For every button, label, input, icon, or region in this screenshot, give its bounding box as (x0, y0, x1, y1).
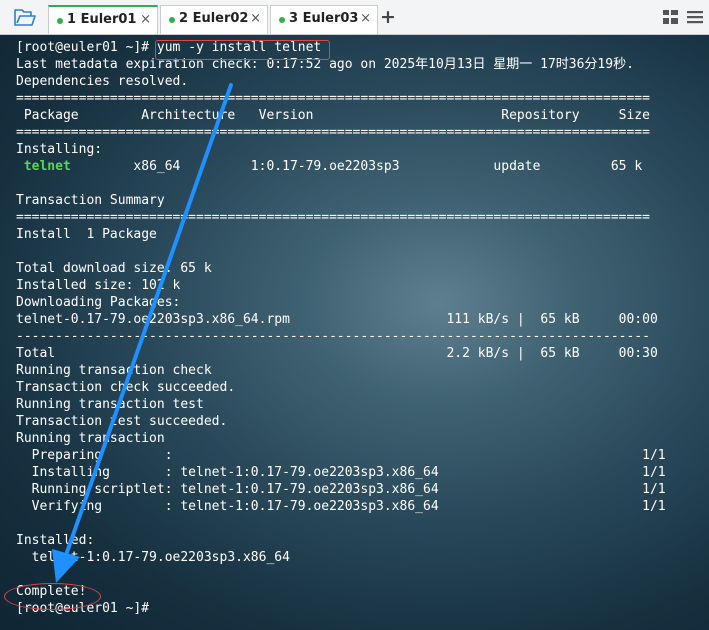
output-block-header: Last metadata expiration check: 0:17:52 … (16, 57, 650, 140)
add-tab-button[interactable]: + (380, 6, 396, 28)
close-icon[interactable]: × (140, 7, 151, 33)
tab-label: 2 Euler02 (179, 11, 249, 26)
tab-label: 3 Euler03 (289, 11, 359, 26)
complete-highlight-ellipse (4, 583, 101, 610)
close-icon[interactable]: × (360, 6, 371, 32)
close-icon[interactable]: × (250, 6, 261, 32)
status-dot-icon (169, 17, 175, 23)
folder-open-icon[interactable] (13, 8, 37, 28)
tab-euler01[interactable]: 1 Euler01 × (48, 5, 158, 34)
grid-view-icon[interactable] (663, 10, 678, 24)
package-name: telnet (23, 159, 71, 174)
command-highlight-box (155, 40, 330, 60)
shell-prompt: [root@euler01 ~]# (16, 40, 157, 55)
tab-bar: 1 Euler01 × 2 Euler02 × 3 Euler03 × + (0, 0, 709, 35)
hamburger-menu-icon[interactable] (687, 10, 703, 24)
output-block-transaction: Transaction Summary ====================… (16, 193, 666, 616)
terminal-pane[interactable]: [root@euler01 ~]# yum -y install telnet … (0, 35, 709, 630)
status-dot-icon (57, 18, 63, 24)
installing-header: Installing: (16, 142, 103, 157)
tab-label: 1 Euler01 (67, 12, 137, 27)
tab-euler03[interactable]: 3 Euler03 × (270, 5, 378, 34)
status-dot-icon (279, 17, 285, 23)
tab-euler02[interactable]: 2 Euler02 × (160, 5, 268, 34)
terminal-output: [root@euler01 ~]# yum -y install telnet … (16, 39, 666, 617)
package-details: x86_64 1:0.17-79.oe2203sp3 update 65 k (70, 159, 643, 174)
